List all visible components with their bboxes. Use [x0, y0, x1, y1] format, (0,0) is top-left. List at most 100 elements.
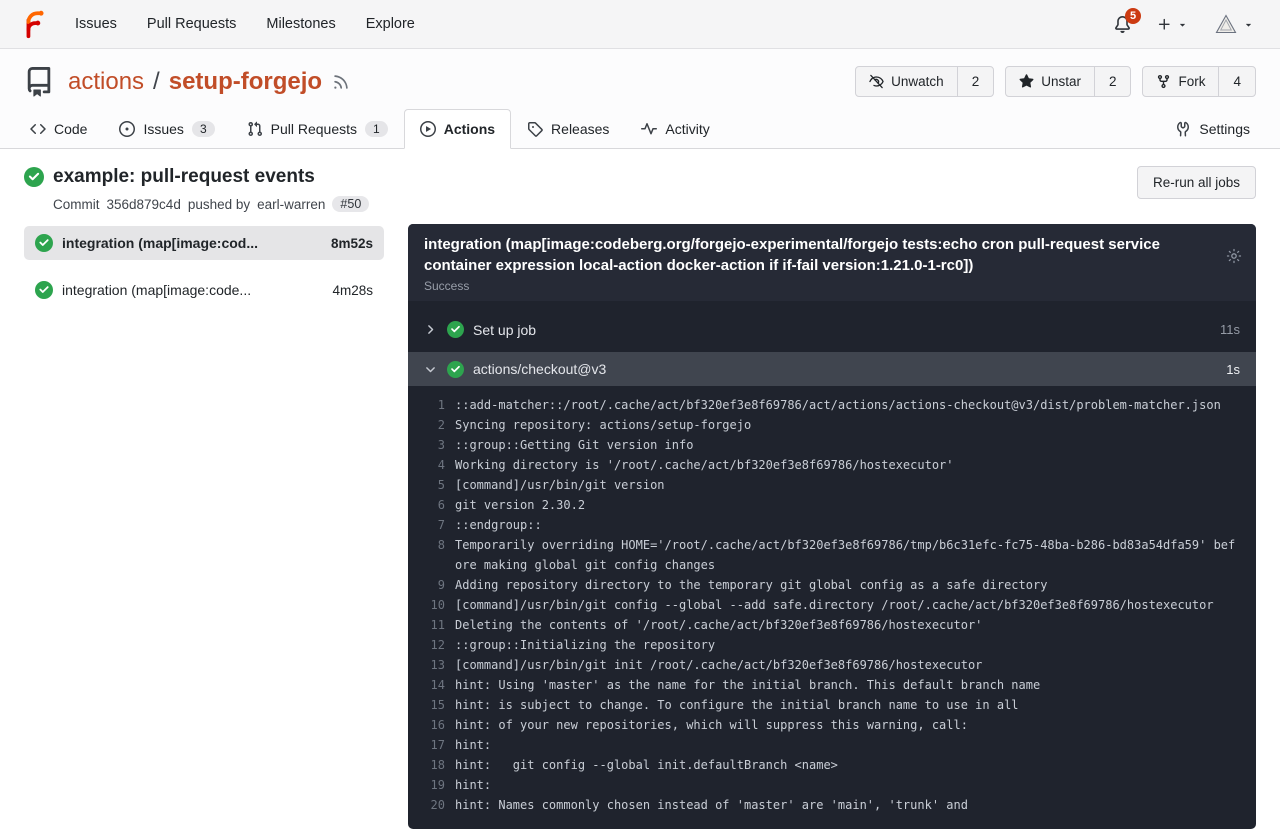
log-line-text: Adding repository directory to the tempo…	[455, 575, 1242, 595]
tab-releases[interactable]: Releases	[511, 109, 625, 149]
step-success-check-icon	[447, 321, 464, 338]
log-line: 9 Adding repository directory to the tem…	[408, 575, 1242, 595]
log-line-number: 6	[408, 495, 455, 515]
code-icon	[30, 121, 46, 137]
log-panel-header: integration (map[image:codeberg.org/forg…	[408, 224, 1256, 301]
rss-feed-icon[interactable]	[332, 73, 350, 91]
navbar-pull-requests-link[interactable]: Pull Requests	[132, 0, 251, 48]
plus-icon	[1157, 17, 1172, 32]
log-line-text: Temporarily overriding HOME='/root/.cach…	[455, 535, 1242, 575]
log-line-number: 19	[408, 775, 455, 795]
step-duration: 11s	[1220, 322, 1240, 337]
commit-prefix: Commit	[53, 197, 100, 212]
navbar-explore-link[interactable]: Explore	[351, 0, 430, 48]
log-line-text: [command]/usr/bin/git config --global --…	[455, 595, 1242, 615]
log-line: 3 ::group::Getting Git version info	[408, 435, 1242, 455]
log-line-number: 5	[408, 475, 455, 495]
job-duration: 4m28s	[332, 283, 373, 298]
run-commit-line: Commit 356d879c4d pushed by earl-warren …	[53, 196, 369, 212]
navbar-issues-link[interactable]: Issues	[60, 0, 132, 48]
tab-activity[interactable]: Activity	[625, 109, 725, 149]
log-line-text: ::endgroup::	[455, 515, 1242, 535]
log-line-text: hint:	[455, 775, 1242, 795]
fork-label: Fork	[1178, 74, 1205, 89]
log-line-number: 10	[408, 595, 455, 615]
play-circle-icon	[420, 121, 436, 137]
unstar-button[interactable]: Unstar	[1006, 67, 1094, 96]
tab-code[interactable]: Code	[14, 109, 103, 149]
chevron-down-icon	[1243, 19, 1254, 30]
chevron-down-icon	[424, 363, 438, 376]
stars-count[interactable]: 2	[1094, 67, 1131, 96]
log-line: 10 [command]/usr/bin/git config --global…	[408, 595, 1242, 615]
breadcrumb-separator: /	[153, 68, 160, 96]
log-line-text: hint: git config --global init.defaultBr…	[455, 755, 1242, 775]
forgejo-logo-icon[interactable]	[20, 9, 50, 39]
fork-icon	[1156, 74, 1171, 89]
job-success-check-icon	[35, 281, 53, 299]
notifications-button[interactable]: 5	[1104, 10, 1141, 39]
git-pull-request-icon	[247, 121, 263, 137]
commit-sha-link[interactable]: 356d879c4d	[107, 197, 181, 212]
job-status-text: Success	[424, 279, 1210, 293]
log-line: 17 hint:	[408, 735, 1242, 755]
run-header: example: pull-request events Commit 356d…	[0, 149, 1280, 218]
run-success-check-icon	[24, 167, 44, 187]
fork-button[interactable]: Fork	[1143, 67, 1218, 96]
log-line-number: 12	[408, 635, 455, 655]
user-menu-dropdown[interactable]	[1204, 6, 1264, 42]
create-new-dropdown[interactable]	[1147, 11, 1198, 38]
step-success-check-icon	[447, 361, 464, 378]
author-link[interactable]: earl-warren	[257, 197, 325, 212]
repo-owner-link[interactable]: actions	[68, 68, 144, 96]
log-line-number: 14	[408, 675, 455, 695]
rerun-all-jobs-button[interactable]: Re-run all jobs	[1137, 166, 1256, 199]
step-setup-job[interactable]: Set up job 11s	[408, 311, 1256, 348]
log-line: 18 hint: git config --global init.defaul…	[408, 755, 1242, 775]
step-list: Set up job 11s actions/checkout@v3 1s 1 …	[408, 301, 1256, 829]
log-line-text: [command]/usr/bin/git version	[455, 475, 1242, 495]
job-list-item-2[interactable]: integration (map[image:code... 4m28s	[24, 273, 384, 307]
tab-settings-label: Settings	[1199, 121, 1250, 137]
log-line-text: ::group::Getting Git version info	[455, 435, 1242, 455]
unstar-label: Unstar	[1041, 74, 1081, 89]
watch-button-group: Unwatch 2	[855, 66, 994, 97]
log-line-number: 8	[408, 535, 455, 575]
chevron-down-icon	[1177, 19, 1188, 30]
forks-count[interactable]: 4	[1218, 67, 1255, 96]
step-actions-checkout[interactable]: actions/checkout@v3 1s	[408, 352, 1256, 386]
tab-issues[interactable]: Issues 3	[103, 109, 230, 149]
tab-pull-requests[interactable]: Pull Requests 1	[231, 109, 404, 149]
log-line: 13 [command]/usr/bin/git init /root/.cac…	[408, 655, 1242, 675]
log-settings-gear-icon[interactable]	[1226, 248, 1242, 264]
issues-count-badge: 3	[192, 121, 215, 137]
log-line: 15 hint: is subject to change. To config…	[408, 695, 1242, 715]
tab-settings[interactable]: Settings	[1159, 109, 1266, 149]
wrench-icon	[1175, 121, 1191, 137]
log-line: 2 Syncing repository: actions/setup-forg…	[408, 415, 1242, 435]
actions-run-content: integration (map[image:cod... 8m52s inte…	[0, 218, 1280, 829]
log-line: 12 ::group::Initializing the repository	[408, 635, 1242, 655]
log-line-number: 2	[408, 415, 455, 435]
log-line: 4 Working directory is '/root/.cache/act…	[408, 455, 1242, 475]
tag-icon	[527, 121, 543, 137]
log-line-text: Syncing repository: actions/setup-forgej…	[455, 415, 1242, 435]
job-duration: 8m52s	[331, 236, 373, 251]
log-line: 11 Deleting the contents of '/root/.cach…	[408, 615, 1242, 635]
log-line: 7 ::endgroup::	[408, 515, 1242, 535]
repo-name-link[interactable]: setup-forgejo	[169, 68, 322, 96]
pull-requests-count-badge: 1	[365, 121, 388, 137]
watchers-count[interactable]: 2	[957, 67, 994, 96]
job-list-item-1[interactable]: integration (map[image:cod... 8m52s	[24, 226, 384, 260]
tab-activity-label: Activity	[665, 121, 709, 137]
tab-actions[interactable]: Actions	[404, 109, 511, 149]
breadcrumb: actions / setup-forgejo	[68, 68, 322, 96]
run-title: example: pull-request events	[53, 166, 315, 188]
log-line-text: [command]/usr/bin/git init /root/.cache/…	[455, 655, 1242, 675]
star-button-group: Unstar 2	[1005, 66, 1131, 97]
log-line-text: Working directory is '/root/.cache/act/b…	[455, 455, 1242, 475]
log-line-number: 9	[408, 575, 455, 595]
navbar-milestones-link[interactable]: Milestones	[251, 0, 350, 48]
unwatch-button[interactable]: Unwatch	[856, 67, 957, 96]
repo-action-buttons: Unwatch 2 Unstar 2 Fork 4	[855, 66, 1256, 97]
